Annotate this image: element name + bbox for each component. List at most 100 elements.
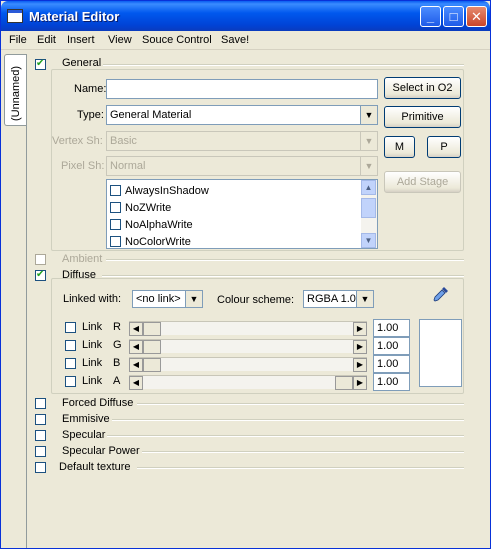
name-field[interactable] <box>106 79 378 99</box>
channel-g-value[interactable]: 1.00 <box>373 337 410 355</box>
ambient-checkbox[interactable] <box>35 254 46 265</box>
chevron-down-icon: ▼ <box>360 157 377 175</box>
slider-left-icon[interactable]: ◀ <box>129 376 143 390</box>
pixel-shader-value: Normal <box>110 160 146 172</box>
menu-view[interactable]: View <box>108 34 132 46</box>
general-checkbox[interactable] <box>35 57 46 71</box>
general-divider <box>87 64 464 66</box>
diffuse-checkbox[interactable] <box>35 268 46 282</box>
channel-row-a: Link A ◀ ▶ <box>65 375 409 390</box>
list-item[interactable]: NoColorWrite <box>110 236 191 248</box>
default-texture-divider <box>137 467 464 469</box>
slider-thumb[interactable] <box>143 358 161 372</box>
slider-left-icon[interactable]: ◀ <box>129 358 143 372</box>
material-properties-panel: General Name: Type: General Material ▼ V… <box>26 54 467 548</box>
m-button[interactable]: M <box>384 136 415 158</box>
menu-source-control[interactable]: Souce Control <box>142 34 212 46</box>
channel-slider[interactable]: ◀ ▶ <box>129 375 367 390</box>
select-in-o2-button[interactable]: Select in O2 <box>384 77 461 99</box>
tab-unnamed[interactable]: (Unnamed) <box>4 54 26 126</box>
chevron-down-icon[interactable]: ▼ <box>360 106 377 124</box>
colour-scheme-label: Colour scheme: <box>217 294 295 306</box>
menu-edit[interactable]: Edit <box>37 34 56 46</box>
channel-a-value[interactable]: 1.00 <box>373 373 410 391</box>
emmisive-checkbox[interactable] <box>35 414 46 425</box>
list-item[interactable]: NoZWrite <box>110 202 171 214</box>
flag-label: NoColorWrite <box>125 236 191 248</box>
slider-left-icon[interactable]: ◀ <box>129 322 143 336</box>
minimize-button[interactable]: _ <box>420 6 441 27</box>
channel-label: B <box>113 357 121 369</box>
maximize-button[interactable]: □ <box>443 6 464 27</box>
link-checkbox[interactable] <box>65 358 76 369</box>
slider-right-icon[interactable]: ▶ <box>353 340 367 354</box>
type-label: Type: <box>77 109 104 121</box>
slider-thumb[interactable] <box>335 376 353 390</box>
specular-power-divider <box>140 451 464 453</box>
channel-slider[interactable]: ◀ ▶ <box>129 339 367 354</box>
link-checkbox[interactable] <box>65 340 76 351</box>
slider-right-icon[interactable]: ▶ <box>353 322 367 336</box>
flag-checkbox[interactable] <box>110 202 121 213</box>
colour-scheme-value: RGBA 1.0 <box>307 293 356 305</box>
menu-bar: File Edit Insert View Souce Control Save… <box>1 31 490 50</box>
link-label: Link <box>82 321 103 333</box>
type-value: General Material <box>110 109 192 121</box>
channel-slider[interactable]: ◀ ▶ <box>129 357 367 372</box>
scroll-thumb[interactable] <box>361 198 376 218</box>
slider-thumb[interactable] <box>143 340 161 354</box>
colour-scheme-select[interactable]: RGBA 1.0 ▼ <box>303 290 374 308</box>
channel-slider[interactable]: ◀ ▶ <box>129 321 367 336</box>
scroll-up-icon[interactable]: ▲ <box>361 180 376 195</box>
material-editor-window: Material Editor _ □ ✕ File Edit Insert V… <box>0 0 491 549</box>
flag-checkbox[interactable] <box>110 236 121 247</box>
linked-with-select[interactable]: <no link> ▼ <box>132 290 203 308</box>
forced-diffuse-divider <box>137 403 464 405</box>
channel-row-r: Link R ◀ ▶ <box>65 321 409 336</box>
vertex-shader-label: Vertex Sh: <box>52 135 103 147</box>
scroll-down-icon[interactable]: ▼ <box>361 233 376 248</box>
p-button[interactable]: P <box>427 136 461 158</box>
default-texture-checkbox[interactable] <box>35 462 46 473</box>
specular-power-checkbox[interactable] <box>35 446 46 457</box>
default-texture-section-title: Default texture <box>59 461 133 473</box>
app-icon <box>7 9 23 23</box>
type-select[interactable]: General Material ▼ <box>106 105 378 125</box>
channel-label: A <box>113 375 121 387</box>
forced-diffuse-checkbox[interactable] <box>35 398 46 409</box>
slider-left-icon[interactable]: ◀ <box>129 340 143 354</box>
link-checkbox[interactable] <box>65 376 76 387</box>
diffuse-divider <box>102 275 464 277</box>
vertex-shader-value: Basic <box>110 135 137 147</box>
primitive-button[interactable]: Primitive <box>384 106 461 128</box>
slider-right-icon[interactable]: ▶ <box>353 358 367 372</box>
chevron-down-icon[interactable]: ▼ <box>356 291 373 307</box>
add-stage-button: Add Stage <box>384 171 461 193</box>
menu-insert[interactable]: Insert <box>67 34 95 46</box>
menu-save[interactable]: Save! <box>221 34 249 46</box>
slider-thumb[interactable] <box>143 322 161 336</box>
flag-label: NoZWrite <box>125 202 172 214</box>
tab-unnamed-label: (Unnamed) <box>10 65 22 121</box>
slider-right-icon[interactable]: ▶ <box>353 376 367 390</box>
flag-checkbox[interactable] <box>110 219 121 230</box>
list-item[interactable]: AlwaysInShadow <box>110 185 209 197</box>
title-bar[interactable]: Material Editor _ □ ✕ <box>1 1 490 31</box>
chevron-down-icon[interactable]: ▼ <box>185 291 202 307</box>
specular-checkbox[interactable] <box>35 430 46 441</box>
channel-b-value[interactable]: 1.00 <box>373 355 410 373</box>
ambient-section-title: Ambient <box>62 253 105 265</box>
flags-list[interactable]: AlwaysInShadow NoZWrite NoAlphaWrite NoC… <box>106 179 378 249</box>
diffuse-color-swatch[interactable] <box>419 319 462 387</box>
menu-file[interactable]: File <box>9 34 27 46</box>
list-scrollbar[interactable]: ▲ ▼ <box>361 180 377 248</box>
link-checkbox[interactable] <box>65 322 76 333</box>
specular-section-title: Specular <box>62 429 108 441</box>
channel-r-value[interactable]: 1.00 <box>373 319 410 337</box>
close-button[interactable]: ✕ <box>466 6 487 27</box>
eyedropper-icon[interactable] <box>433 286 449 302</box>
flag-checkbox[interactable] <box>110 185 121 196</box>
list-item[interactable]: NoAlphaWrite <box>110 219 193 231</box>
name-label: Name: <box>74 83 107 95</box>
channel-label: G <box>113 339 122 351</box>
